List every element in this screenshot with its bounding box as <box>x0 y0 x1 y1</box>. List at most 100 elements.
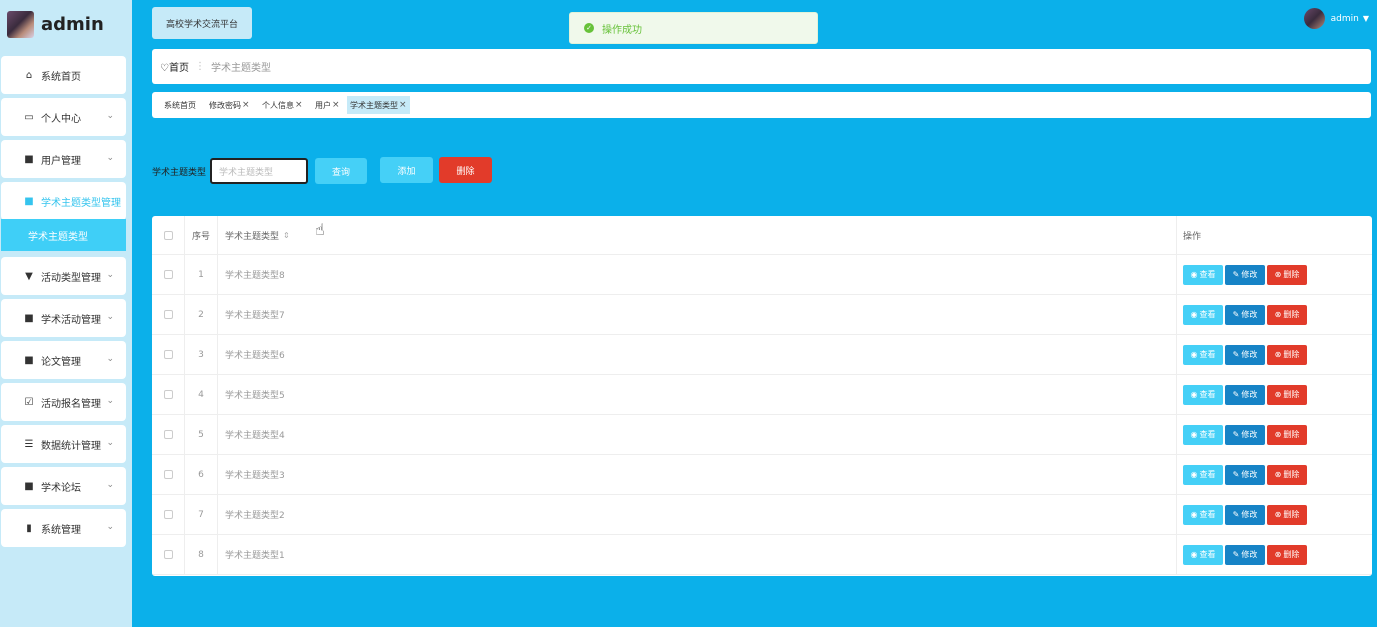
delete-button[interactable]: ⊗ 删除 <box>1267 504 1307 525</box>
table-row: 7 学术主题类型2 ◉ 查看 ✎ 修改 ⊗ 删除 <box>152 495 1372 535</box>
edit-button[interactable]: ✎ 修改 <box>1225 344 1265 365</box>
header-checkbox-cell <box>152 216 185 254</box>
close-icon[interactable]: × <box>399 100 407 110</box>
view-button[interactable]: ◉ 查看 <box>1183 384 1223 405</box>
pencil-icon: ✎ <box>1232 350 1240 359</box>
sidebar-item-system[interactable]: ▮ 系统管理 ⌄ <box>1 509 126 547</box>
view-button[interactable]: ◉ 查看 <box>1183 304 1223 325</box>
search-input[interactable]: 学术主题类型 <box>210 158 308 184</box>
sidebar-item-users[interactable]: ■ 用户管理 ⌄ <box>1 140 126 178</box>
user-menu[interactable]: admin ▼ <box>1303 8 1369 29</box>
view-button[interactable]: ◉ 查看 <box>1183 344 1223 365</box>
delete-button[interactable]: ⊗ 删除 <box>1267 424 1307 445</box>
delete-button[interactable]: ⊗ 删除 <box>1267 384 1307 405</box>
row-checkbox[interactable] <box>163 550 173 559</box>
view-label: 查看 <box>1199 470 1216 479</box>
delete-label: 删除 <box>1283 510 1300 519</box>
delete-circle-icon: ⊗ <box>1274 270 1282 279</box>
chevron-down-icon: ⌄ <box>106 312 114 322</box>
view-button[interactable]: ◉ 查看 <box>1183 464 1223 485</box>
view-button[interactable]: ◉ 查看 <box>1183 264 1223 285</box>
sidebar-item-activity-types[interactable]: ▼ 活动类型管理 ⌄ <box>1 257 126 295</box>
row-index: 4 <box>185 375 218 414</box>
check-circle-icon: ✓ <box>584 23 594 33</box>
sidebar-item-profile[interactable]: ▭ 个人中心 ⌄ <box>1 98 126 136</box>
platform-title-button[interactable]: 高校学术交流平台 <box>152 7 252 39</box>
delete-button[interactable]: ⊗ 删除 <box>1267 344 1307 365</box>
view-button[interactable]: ◉ 查看 <box>1183 544 1223 565</box>
header-name[interactable]: 学术主题类型 ⇕ <box>218 216 1176 254</box>
clipboard-icon: ☑ <box>24 396 34 408</box>
edit-label: 修改 <box>1241 550 1258 559</box>
delete-button[interactable]: ⊗ 删除 <box>1267 544 1307 565</box>
sidebar: admin ⌂ 系统首页 ▭ 个人中心 ⌄ ■ 用户管理 ⌄ ■ 学术主题类型管… <box>0 0 132 627</box>
row-checkbox-cell <box>152 455 185 494</box>
row-checkbox[interactable] <box>163 310 173 319</box>
row-checkbox-cell <box>152 335 185 374</box>
edit-button[interactable]: ✎ 修改 <box>1225 424 1265 445</box>
edit-button[interactable]: ✎ 修改 <box>1225 264 1265 285</box>
batch-delete-button[interactable]: 删除 <box>439 157 492 183</box>
delete-button[interactable]: ⊗ 删除 <box>1267 264 1307 285</box>
row-checkbox[interactable] <box>163 430 173 439</box>
tag-profile[interactable]: 个人信息 × <box>259 96 306 114</box>
sidebar-item-label: 学术活动管理 <box>41 314 101 326</box>
search-label: 学术主题类型 <box>152 168 207 178</box>
sidebar-item-papers[interactable]: ■ 论文管理 ⌄ <box>1 341 126 379</box>
data-table: 序号 学术主题类型 ⇕ 操作 1 学术主题类型8 ◉ 查看 ✎ 修改 ⊗ 删除 2 学术… <box>152 216 1372 576</box>
tag-change-password[interactable]: 修改密码 × <box>206 96 253 114</box>
row-name: 学术主题类型4 <box>225 431 285 441</box>
table-row: 1 学术主题类型8 ◉ 查看 ✎ 修改 ⊗ 删除 <box>152 255 1372 295</box>
close-icon[interactable]: × <box>295 100 303 110</box>
sidebar-item-topic-types[interactable]: ■ 学术主题类型管理 <box>1 182 126 220</box>
row-checkbox[interactable] <box>163 470 173 479</box>
sidebar-item-registrations[interactable]: ☑ 活动报名管理 ⌄ <box>1 383 126 421</box>
delete-circle-icon: ⊗ <box>1274 310 1282 319</box>
close-icon[interactable]: × <box>332 100 340 110</box>
eye-icon: ◉ <box>1190 310 1198 319</box>
table-header: 序号 学术主题类型 ⇕ 操作 <box>152 216 1372 255</box>
row-checkbox[interactable] <box>163 510 173 519</box>
add-button[interactable]: 添加 <box>380 157 433 183</box>
edit-button[interactable]: ✎ 修改 <box>1225 544 1265 565</box>
sidebar-item-forum[interactable]: ■ 学术论坛 ⌄ <box>1 467 126 505</box>
breadcrumb-home[interactable]: ♡首页 <box>160 59 189 74</box>
row-checkbox[interactable] <box>163 270 173 279</box>
tag-users[interactable]: 用户 × <box>312 96 343 114</box>
row-index: 2 <box>185 295 218 334</box>
close-icon[interactable]: × <box>242 100 250 110</box>
sidebar-item-home[interactable]: ⌂ 系统首页 <box>1 56 126 94</box>
sidebar-item-statistics[interactable]: ☰ 数据统计管理 ⌄ <box>1 425 126 463</box>
sort-icon[interactable]: ⇕ <box>283 231 290 240</box>
row-checkbox[interactable] <box>163 350 173 359</box>
eye-icon: ◉ <box>1190 470 1198 479</box>
delete-label: 删除 <box>1283 390 1300 399</box>
table-row: 5 学术主题类型4 ◉ 查看 ✎ 修改 ⊗ 删除 <box>152 415 1372 455</box>
delete-circle-icon: ⊗ <box>1274 350 1282 359</box>
query-button[interactable]: 查询 <box>315 158 367 184</box>
sidebar-item-activities[interactable]: ■ 学术活动管理 ⌄ <box>1 299 126 337</box>
delete-button[interactable]: ⊗ 删除 <box>1267 304 1307 325</box>
eye-icon: ◉ <box>1190 510 1198 519</box>
edit-button[interactable]: ✎ 修改 <box>1225 464 1265 485</box>
row-index: 6 <box>185 455 218 494</box>
select-all-checkbox[interactable] <box>163 230 173 240</box>
tag-topic-type[interactable]: 学术主题类型 × <box>347 96 410 114</box>
bar-chart-icon: ▮ <box>26 522 32 534</box>
tag-home[interactable]: 系统首页 <box>161 96 199 114</box>
eye-icon: ◉ <box>1190 390 1198 399</box>
view-button[interactable]: ◉ 查看 <box>1183 424 1223 445</box>
table-row: 3 学术主题类型6 ◉ 查看 ✎ 修改 ⊗ 删除 <box>152 335 1372 375</box>
avatar <box>1303 8 1325 29</box>
sidebar-subitem-topic-type[interactable]: 学术主题类型 <box>1 219 126 251</box>
delete-button[interactable]: ⊗ 删除 <box>1267 464 1307 485</box>
edit-button[interactable]: ✎ 修改 <box>1225 504 1265 525</box>
grid-icon: ■ <box>24 354 34 366</box>
edit-button[interactable]: ✎ 修改 <box>1225 304 1265 325</box>
pencil-icon: ✎ <box>1232 430 1240 439</box>
row-checkbox[interactable] <box>163 390 173 399</box>
row-ops: ◉ 查看 ✎ 修改 ⊗ 删除 <box>1176 255 1372 294</box>
edit-button[interactable]: ✎ 修改 <box>1225 384 1265 405</box>
view-button[interactable]: ◉ 查看 <box>1183 504 1223 525</box>
delete-label: 删除 <box>1283 310 1300 319</box>
